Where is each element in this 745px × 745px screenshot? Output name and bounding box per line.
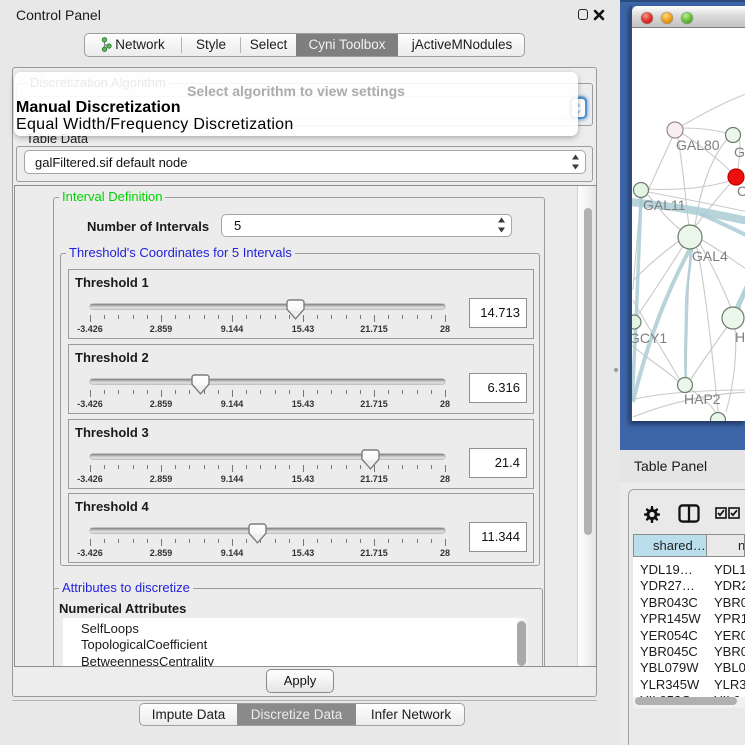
svg-text:GAL11: GAL11 bbox=[643, 197, 686, 213]
svg-text:HIS4: HIS4 bbox=[735, 329, 745, 345]
svg-text:CDC1: CDC1 bbox=[737, 183, 745, 199]
svg-text:GAL7: GAL7 bbox=[734, 144, 745, 160]
svg-text:HAP2: HAP2 bbox=[684, 391, 721, 407]
svg-text:GCY1: GCY1 bbox=[632, 330, 667, 346]
svg-text:GAL80: GAL80 bbox=[676, 137, 720, 153]
svg-text:GAL4: GAL4 bbox=[692, 248, 728, 264]
